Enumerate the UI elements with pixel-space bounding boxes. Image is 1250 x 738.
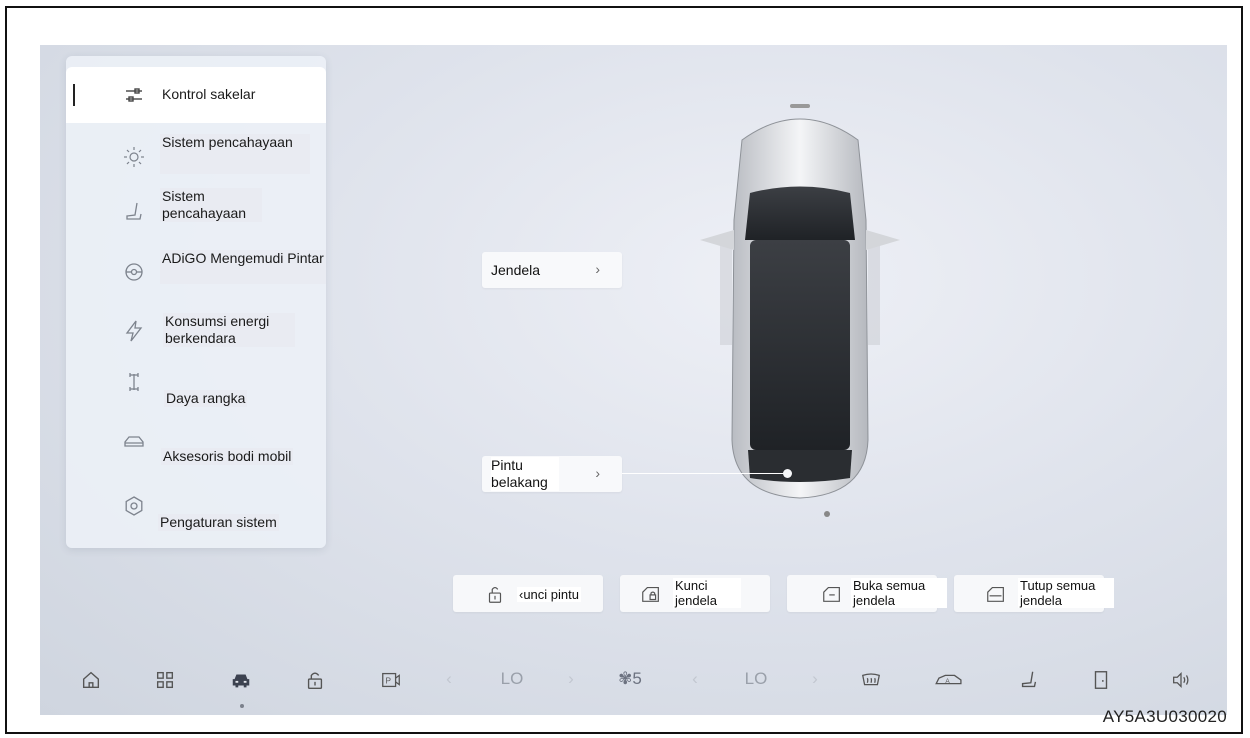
switch-control-icon [126,88,142,102]
chevron-right-icon: › [595,261,600,277]
menu-item-label: Aksesoris bodi mobil [161,448,294,465]
close-all-windows-label: Tutup semua jendela [1018,578,1114,608]
left-temp-value: LO [500,669,524,688]
rear-defrost-icon[interactable] [858,669,884,695]
car-top-view [700,104,900,517]
door-icon[interactable] [1088,669,1114,695]
svg-text:A: A [945,678,950,685]
figure-code: AY5A3U030020 [1102,707,1227,726]
menu-item-system-settings[interactable]: Pengaturan sistem [66,488,326,544]
fan-speed-control[interactable]: ✾5 [610,669,650,695]
tailgate-pointer-dot [783,469,792,478]
menu-item-label: ADiGO Mengemudi Pintar [160,250,326,284]
tailgate-control-label: Pintu belakang [491,457,559,491]
volume-icon[interactable] [1168,669,1194,695]
seat-icon [126,202,142,220]
lock-icon [488,586,502,603]
figure-frame: Kontrol sakelar Sistem pencahayaan Siste… [5,6,1243,734]
menu-item-seat[interactable]: Sistem pencahayaan [66,184,326,240]
menu-item-lighting[interactable]: Sistem pencahayaan [66,128,326,184]
close-all-windows-button[interactable]: Tutup semua jendela [954,575,1114,612]
temp-left-increase[interactable]: › [564,669,578,695]
menu-item-label: Konsumsi energi berkendara [163,313,295,347]
menu-item-label: Daya rangka [164,390,248,407]
window-open-icon [823,586,840,602]
lock-doors-label: ‹unci pintu [517,587,581,602]
lightning-icon [125,320,143,342]
parking-camera-icon[interactable]: P [378,669,404,695]
menu-item-label: Kontrol sakelar [162,86,256,102]
lock-icon[interactable] [302,669,328,695]
open-all-windows-button[interactable]: Buka semua jendela [787,575,947,612]
menu-item-switch-control[interactable]: Kontrol sakelar [66,67,326,123]
gear-icon [125,496,143,516]
active-indicator [73,84,75,106]
seat-icon[interactable] [1016,669,1042,695]
menu-item-label: Sistem pencahayaan [160,134,310,174]
window-control-button[interactable]: Jendela › [482,252,622,288]
menu-item-chassis[interactable]: Daya rangka [66,366,326,422]
light-icon [124,147,144,167]
svg-text:P: P [386,677,392,686]
settings-menu: Kontrol sakelar Sistem pencahayaan Siste… [66,56,326,548]
bottom-bar: P ‹ LO › ✾5 ‹ LO › A [40,657,1227,715]
home-icon[interactable] [78,669,104,695]
menu-item-energy[interactable]: Konsumsi energi berkendara [66,303,326,359]
active-tab-dot [240,704,244,708]
steering-wheel-icon [125,263,143,281]
temp-left-decrease[interactable]: ‹ [442,669,456,695]
window-lock-icon [642,586,659,602]
temp-right-increase[interactable]: › [808,669,822,695]
menu-item-adigo[interactable]: ADiGO Mengemudi Pintar [66,240,326,296]
temp-right-decrease[interactable]: ‹ [688,669,702,695]
vehicle-screen: Kontrol sakelar Sistem pencahayaan Siste… [40,45,1227,715]
window-control-label: Jendela [491,262,541,278]
fan-icon: ✾ [618,669,633,688]
apps-grid-icon[interactable] [152,669,178,695]
chassis-icon [129,373,139,391]
car-icon[interactable] [228,669,254,695]
window-close-icon [987,586,1004,602]
chevron-right-icon: › [595,465,600,481]
lock-doors-button[interactable]: ‹unci pintu [453,575,603,612]
tailgate-pointer-line [622,473,786,474]
menu-item-label: Pengaturan sistem [158,514,279,531]
auto-hold-icon[interactable]: A [932,669,966,695]
right-temp-value: LO [744,669,768,688]
open-all-windows-label: Buka semua jendela [851,578,947,608]
lock-windows-button[interactable]: Kunci jendela [620,575,770,612]
fan-speed-value: 5 [632,669,642,688]
menu-item-label: Sistem pencahayaan [160,188,262,222]
lock-windows-label: Kunci jendela [673,578,741,608]
menu-item-body-accessories[interactable]: Aksesoris bodi mobil [66,426,326,482]
tailgate-control-button[interactable]: Pintu belakang › [482,456,622,492]
car-body-icon [124,436,144,447]
